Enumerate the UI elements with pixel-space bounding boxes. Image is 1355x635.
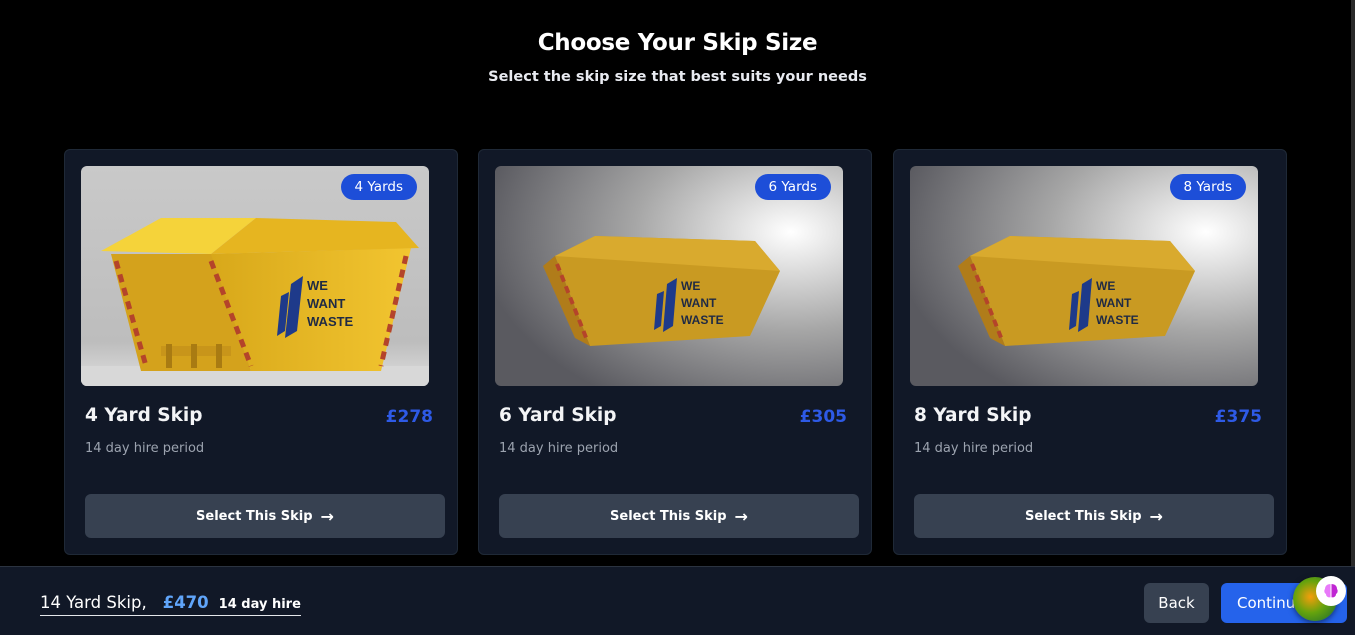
page-subtitle: Select the skip size that best suits you… [488, 69, 867, 85]
skip-card-6-yard[interactable]: WE WANT WASTE 6 Yards 6 Yard Skip £305 1… [478, 149, 872, 555]
hire-period: 14 day hire period [499, 441, 619, 456]
skip-price: £305 [799, 407, 847, 427]
skip-image: WE WANT WASTE 8 Yards [910, 166, 1258, 386]
svg-text:WANT: WANT [307, 296, 345, 311]
skip-card-4-yard[interactable]: WE WANT WASTE 4 Yards 4 Yard Skip £278 1… [64, 149, 458, 555]
brain-icon[interactable] [1316, 576, 1346, 606]
svg-text:WE: WE [1096, 279, 1115, 293]
size-badge: 6 Yards [754, 174, 831, 200]
back-button[interactable]: Back [1144, 583, 1209, 623]
arrow-right-icon: → [1149, 506, 1163, 526]
hire-period: 14 day hire period [85, 441, 205, 456]
skip-name: 8 Yard Skip [914, 405, 1032, 426]
select-skip-button[interactable]: Select This Skip → [499, 494, 859, 538]
selection-summary: 14 Yard Skip , £470 14 day hire [40, 593, 301, 616]
selected-skip-price: £470 [162, 593, 209, 612]
hire-period: 14 day hire period [914, 441, 1034, 456]
size-badge: 4 Yards [340, 174, 417, 200]
svg-text:WASTE: WASTE [681, 313, 724, 327]
skip-image: WE WANT WASTE 6 Yards [495, 166, 843, 386]
selected-hire-period: 14 day hire [218, 597, 301, 612]
brain-glyph [1324, 584, 1338, 598]
svg-text:WANT: WANT [681, 296, 717, 310]
select-skip-label: Select This Skip [610, 508, 727, 524]
page-title: Choose Your Skip Size [537, 30, 818, 56]
skip-name: 4 Yard Skip [85, 405, 203, 426]
selection-footer: 14 Yard Skip , £470 14 day hire Back Con… [0, 566, 1355, 635]
select-skip-button[interactable]: Select This Skip → [914, 494, 1274, 538]
select-skip-label: Select This Skip [1025, 508, 1142, 524]
select-skip-label: Select This Skip [196, 508, 313, 524]
svg-text:WE: WE [681, 279, 700, 293]
summary-separator: , [141, 593, 147, 612]
select-skip-button[interactable]: Select This Skip → [85, 494, 445, 538]
skip-image: WE WANT WASTE 4 Yards [81, 166, 429, 386]
svg-text:WASTE: WASTE [307, 314, 354, 329]
svg-text:WANT: WANT [1096, 296, 1132, 310]
selected-skip-name: 14 Yard Skip [40, 593, 142, 612]
arrow-right-icon: → [320, 506, 334, 526]
svg-text:WASTE: WASTE [1096, 313, 1139, 327]
skip-card-8-yard[interactable]: WE WANT WASTE 8 Yards 8 Yard Skip £375 1… [893, 149, 1287, 555]
svg-text:WE: WE [307, 278, 328, 293]
page: Choose Your Skip Size Select the skip si… [0, 0, 1355, 635]
skip-price: £278 [385, 407, 433, 427]
header: Choose Your Skip Size Select the skip si… [0, 30, 1355, 85]
size-badge: 8 Yards [1169, 174, 1246, 200]
skip-price: £375 [1214, 407, 1262, 427]
arrow-right-icon: → [734, 506, 748, 526]
skip-name: 6 Yard Skip [499, 405, 617, 426]
